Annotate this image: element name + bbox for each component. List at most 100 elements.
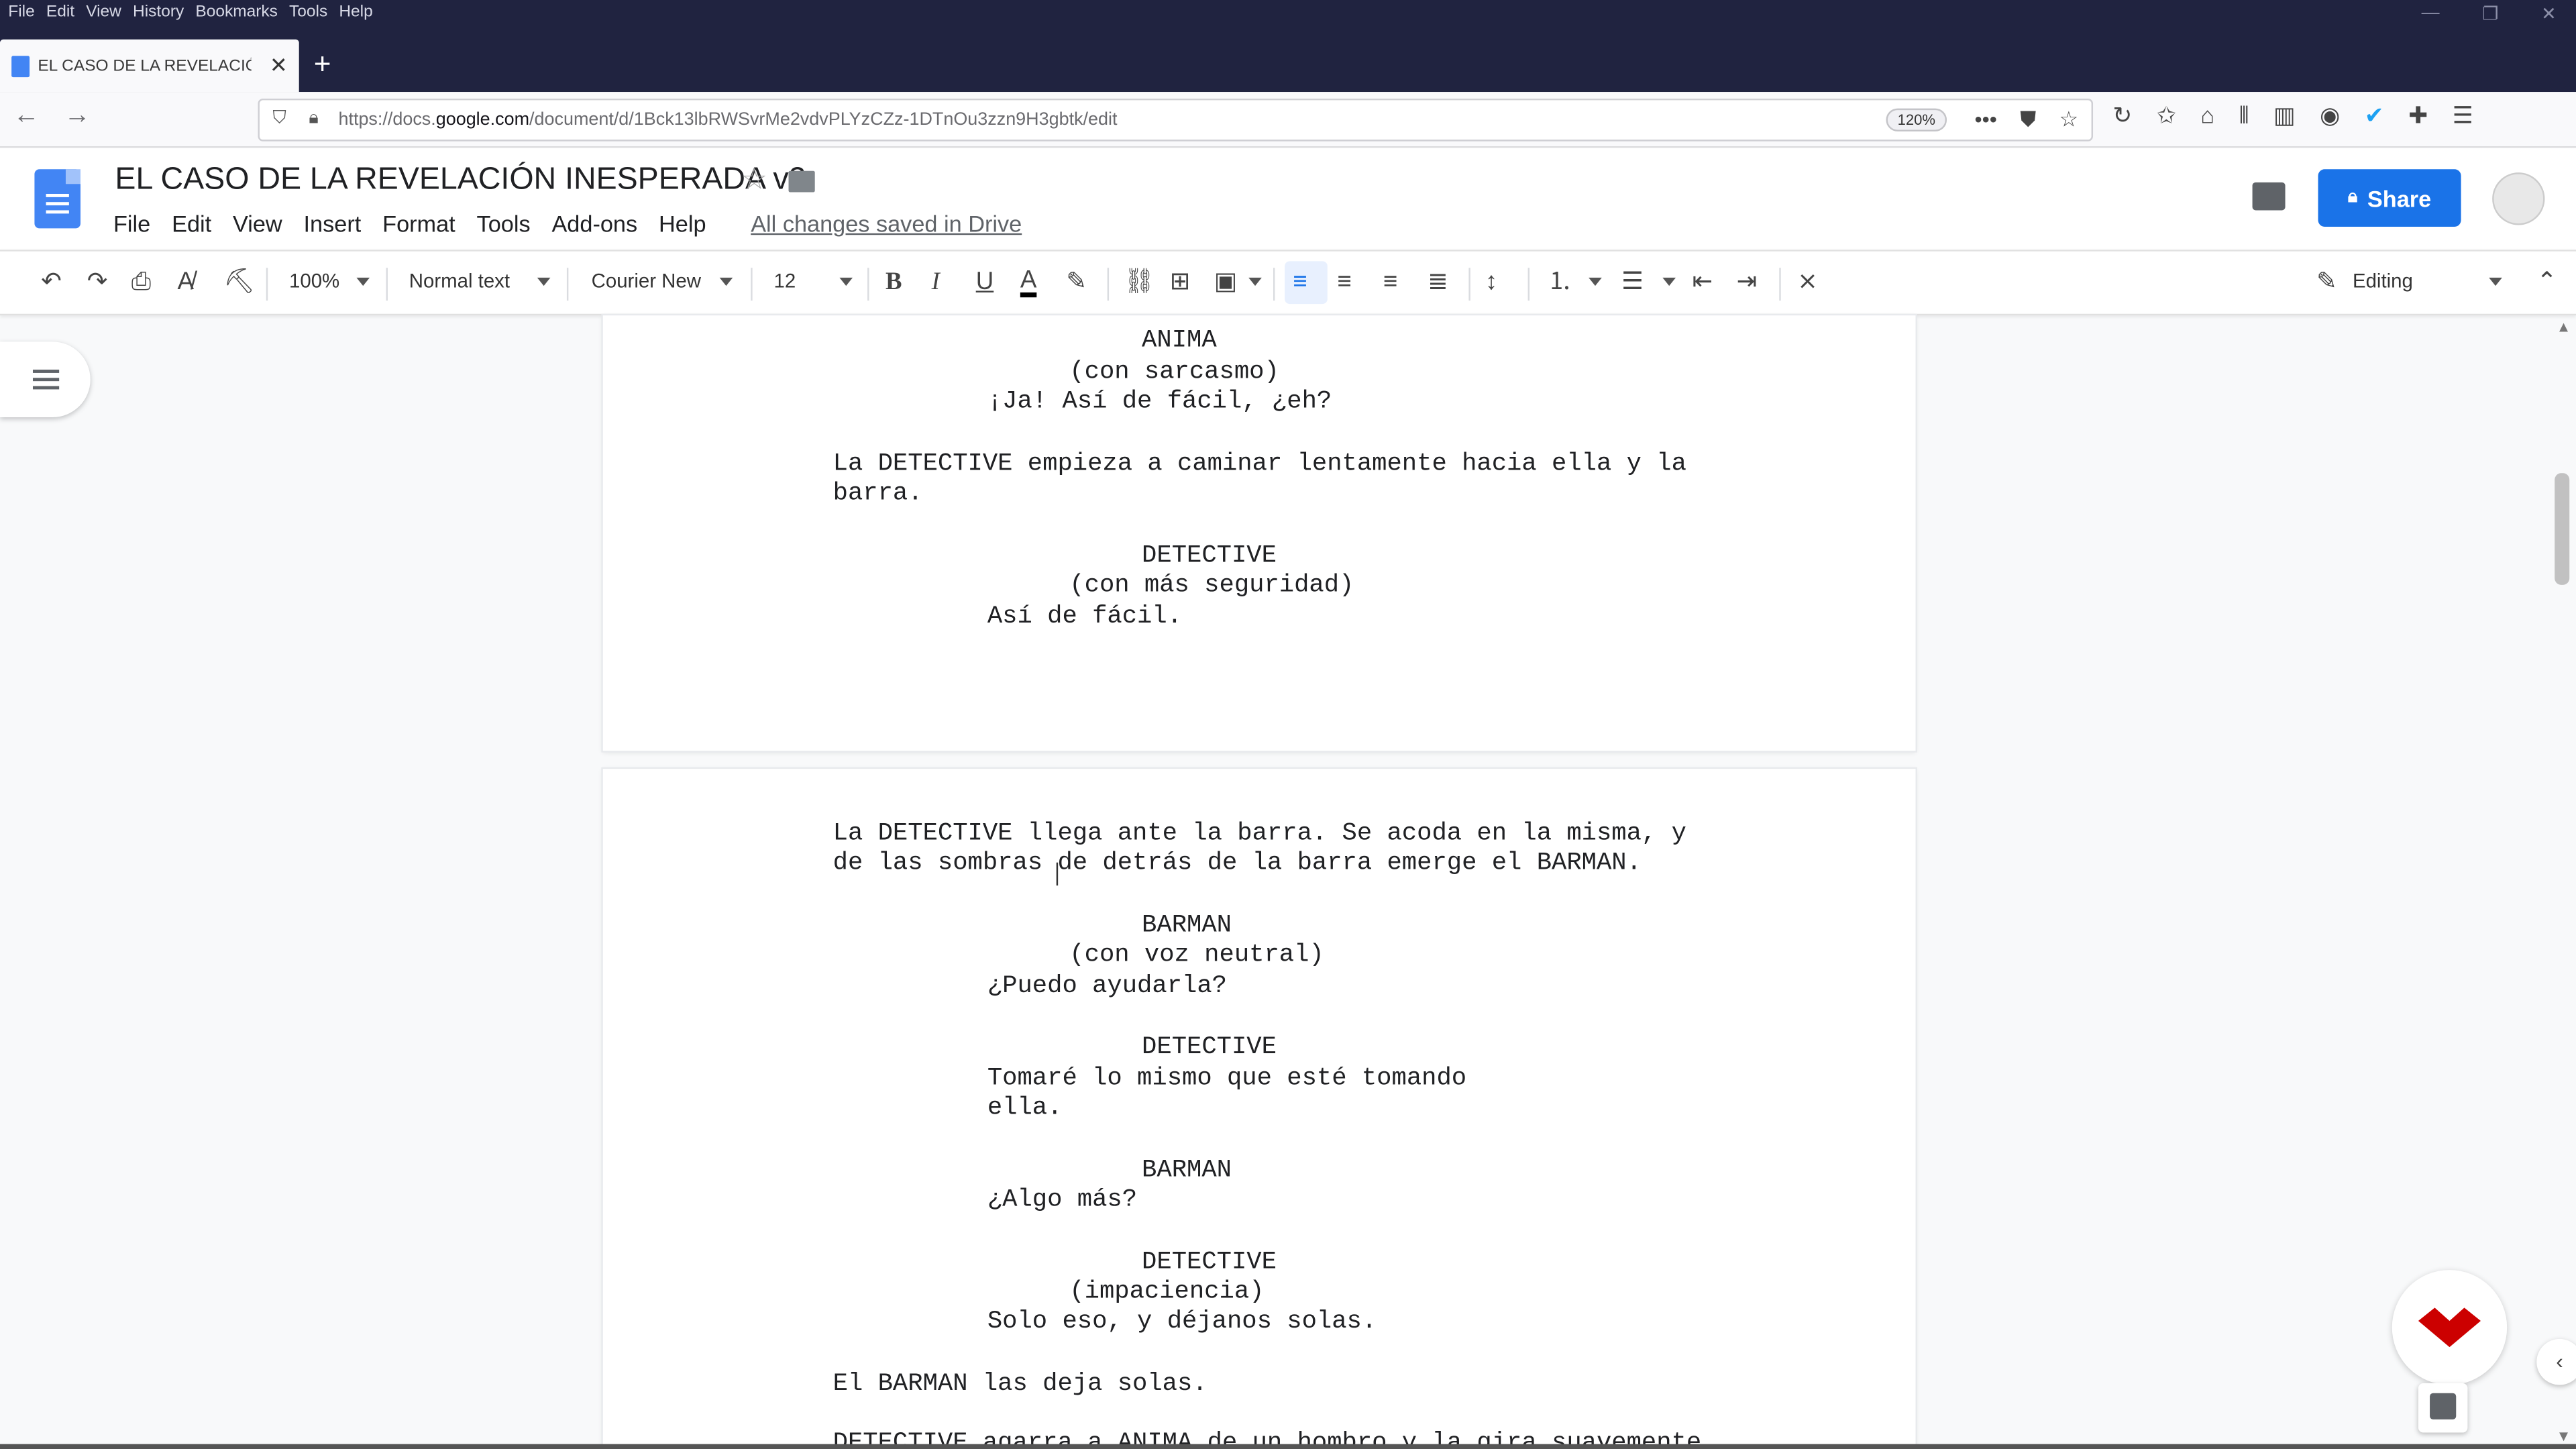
highlight-icon[interactable]: ✎ xyxy=(1066,268,1087,297)
addon-floating-button[interactable] xyxy=(2392,1270,2508,1385)
bookmark-star-icon[interactable]: ☆ xyxy=(2059,107,2078,133)
action-line[interactable]: de las sombras de detrás de la barra eme… xyxy=(833,848,1642,877)
font-size-select[interactable]: 12 xyxy=(773,270,796,292)
zoom-level-badge[interactable]: 120% xyxy=(1886,108,1947,131)
scroll-up-arrow-icon[interactable]: ▲ xyxy=(2557,319,2571,335)
save-status[interactable]: All changes saved in Drive xyxy=(751,210,1022,236)
character-name[interactable]: DETECTIVE xyxy=(1142,1032,1277,1061)
align-justify-icon[interactable]: ≣ xyxy=(1428,268,1448,297)
extension-icon[interactable]: ✔ xyxy=(2365,102,2384,130)
parenthetical[interactable]: (impaciencia) xyxy=(1069,1277,1264,1306)
text-color-icon[interactable]: A xyxy=(1020,268,1037,298)
align-right-icon[interactable]: ≡ xyxy=(1383,268,1397,297)
undo-icon[interactable]: ↶ xyxy=(41,268,62,297)
parenthetical[interactable]: (con más seguridad) xyxy=(1069,570,1354,600)
action-line[interactable]: El BARMAN las deja solas. xyxy=(833,1368,1208,1398)
pocket-icon[interactable]: ⛊ xyxy=(2020,107,2036,133)
chevron-down-icon[interactable] xyxy=(2489,277,2502,286)
action-line[interactable]: barra. xyxy=(833,478,923,508)
style-select[interactable]: Normal text xyxy=(409,270,510,292)
menu-bookmarks[interactable]: Bookmarks xyxy=(195,0,277,26)
add-comment-icon[interactable]: ⊞ xyxy=(1170,268,1191,297)
docs-menu-edit[interactable]: Edit xyxy=(172,210,211,236)
numbered-list-icon[interactable]: ⒈ xyxy=(1548,268,1572,297)
collapse-menus-icon[interactable]: ⌃ xyxy=(2536,268,2557,297)
print-icon[interactable]: ⎙ xyxy=(131,268,151,297)
character-name[interactable]: BARMAN xyxy=(1142,1155,1232,1185)
shield-icon[interactable]: ⛉ xyxy=(273,109,286,130)
page-actions-icon[interactable]: ••• xyxy=(1975,107,1997,133)
line-spacing-icon[interactable]: ↕ xyxy=(1485,268,1497,297)
dialogue-line[interactable]: Así de fácil. xyxy=(987,601,1182,631)
home-icon[interactable]: ⌂ xyxy=(2200,102,2214,130)
align-left-icon[interactable]: ≡ xyxy=(1293,268,1307,297)
docs-menu-view[interactable]: View xyxy=(233,210,282,236)
paint-format-icon[interactable]: ⛏ xyxy=(223,268,255,297)
folder-icon[interactable] xyxy=(788,170,815,193)
close-window-icon[interactable]: ✕ xyxy=(2541,3,2557,25)
link-icon[interactable]: ⛓ xyxy=(1124,268,1155,297)
docs-menu-help[interactable]: Help xyxy=(659,210,706,236)
docs-logo-icon[interactable] xyxy=(34,169,81,229)
parenthetical[interactable]: (con sarcasmo) xyxy=(1069,356,1279,386)
chevron-down-icon[interactable] xyxy=(356,277,370,286)
action-line[interactable]: La DETECTIVE llega ante la barra. Se aco… xyxy=(833,818,1686,848)
forward-icon[interactable]: → xyxy=(64,102,91,131)
chevron-down-icon[interactable] xyxy=(1589,277,1602,286)
url-text[interactable]: https://docs.google.com/document/d/1Bck1… xyxy=(338,110,1117,129)
hamburger-menu-icon[interactable]: ☰ xyxy=(2453,102,2473,130)
zoom-select[interactable]: 100% xyxy=(289,270,339,292)
dialogue-line[interactable]: ¡Ja! Así de fácil, ¿eh? xyxy=(987,386,1332,416)
chevron-down-icon[interactable] xyxy=(1662,277,1676,286)
reload-icon[interactable]: ↻ xyxy=(2112,102,2132,130)
star-icon[interactable]: ☆ xyxy=(741,162,767,197)
menu-history[interactable]: History xyxy=(133,0,184,26)
sidebar-icon[interactable]: ▥ xyxy=(2273,102,2295,130)
scrollbar-thumb[interactable] xyxy=(2555,473,2570,585)
chevron-down-icon[interactable] xyxy=(537,277,551,286)
redo-icon[interactable]: ↷ xyxy=(87,268,108,297)
dialogue-line[interactable]: ella. xyxy=(987,1093,1063,1122)
chevron-down-icon[interactable] xyxy=(719,277,733,286)
editing-mode-select[interactable]: Editing xyxy=(2353,270,2413,292)
side-panel-toggle-icon[interactable]: ‹ xyxy=(2536,1338,2576,1385)
docs-menu-tools[interactable]: Tools xyxy=(477,210,531,236)
menu-view[interactable]: View xyxy=(86,0,121,26)
menu-file[interactable]: File xyxy=(8,0,34,26)
decrease-indent-icon[interactable]: ⇤ xyxy=(1692,268,1713,297)
character-name[interactable]: DETECTIVE xyxy=(1142,1247,1277,1277)
comment-history-icon[interactable] xyxy=(2252,182,2286,211)
reading-list-icon[interactable]: ✩ xyxy=(2157,102,2176,130)
document-title[interactable]: EL CASO DE LA REVELACIÓN INESPERADA v2 xyxy=(115,162,806,199)
docs-menu-addons[interactable]: Add-ons xyxy=(551,210,637,236)
docs-menu-format[interactable]: Format xyxy=(382,210,455,236)
bulleted-list-icon[interactable]: ☰ xyxy=(1621,268,1644,297)
docs-menu-insert[interactable]: Insert xyxy=(304,210,362,236)
chevron-down-icon[interactable] xyxy=(839,277,853,286)
dialogue-line[interactable]: ¿Algo más? xyxy=(987,1185,1137,1214)
dialogue-line[interactable]: Tomaré lo mismo que esté tomando xyxy=(987,1063,1466,1093)
share-button[interactable]: 🔒︎ Share xyxy=(2318,169,2461,227)
back-icon[interactable]: ← xyxy=(13,102,40,131)
library-icon[interactable]: ⫴ xyxy=(2239,102,2249,130)
explore-button[interactable] xyxy=(2418,1383,2468,1433)
clear-formatting-icon[interactable]: ⨯ xyxy=(1797,268,1818,297)
new-tab-icon[interactable]: + xyxy=(314,46,331,83)
lock-icon[interactable]: 🔒︎ xyxy=(309,109,318,130)
minimize-icon[interactable]: — xyxy=(2422,3,2440,25)
menu-help[interactable]: Help xyxy=(339,0,372,26)
addon-icon[interactable]: ✚ xyxy=(2408,102,2428,130)
restore-icon[interactable]: ❐ xyxy=(2482,3,2498,25)
dialogue-line[interactable]: Solo eso, y déjanos solas. xyxy=(987,1306,1377,1336)
underline-icon[interactable]: U xyxy=(976,268,994,297)
align-center-icon[interactable]: ≡ xyxy=(1337,268,1351,297)
tab-close-icon[interactable]: ✕ xyxy=(270,52,288,78)
avatar[interactable] xyxy=(2492,172,2545,225)
document-outline-button[interactable] xyxy=(0,341,91,418)
bold-icon[interactable]: B xyxy=(885,268,902,297)
url-bar[interactable]: ⛉ 🔒︎ https://docs.google.com/document/d/… xyxy=(258,98,2094,142)
menu-tools[interactable]: Tools xyxy=(289,0,327,26)
italic-icon[interactable]: I xyxy=(932,268,940,297)
docs-menu-file[interactable]: File xyxy=(113,210,150,236)
chevron-down-icon[interactable] xyxy=(1248,277,1262,286)
